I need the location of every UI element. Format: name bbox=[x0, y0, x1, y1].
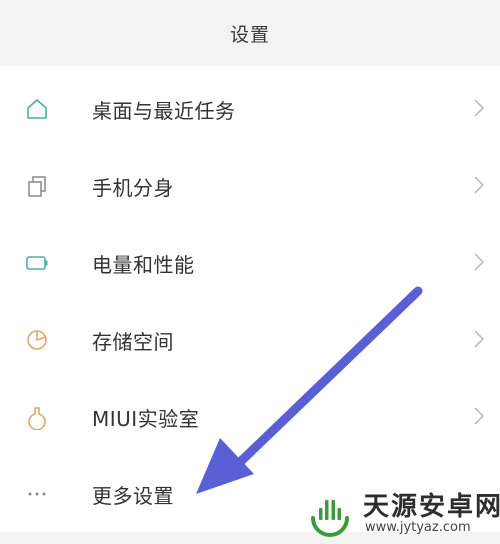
pie-chart-icon bbox=[27, 330, 47, 350]
more-dots-icon bbox=[28, 492, 46, 496]
watermark: 天源安卓网 www.jytyaz.com bbox=[303, 484, 500, 542]
settings-item-desktop-recents[interactable]: 桌面与最近任务 bbox=[0, 70, 500, 146]
chevron-right-icon bbox=[474, 176, 485, 194]
settings-item-label: 更多设置 bbox=[92, 484, 174, 508]
chevron-right-icon bbox=[474, 253, 485, 271]
copy-icon bbox=[28, 176, 46, 197]
page-title: 设置 bbox=[229, 23, 270, 46]
settings-item-label: 手机分身 bbox=[92, 176, 174, 200]
settings-item-miui-lab[interactable]: MIUI实验室 bbox=[0, 378, 500, 454]
settings-item-label: 存储空间 bbox=[92, 330, 174, 354]
battery-icon bbox=[26, 256, 48, 270]
settings-item-battery[interactable]: 电量和性能 bbox=[0, 224, 500, 300]
settings-item-dual-apps[interactable]: 手机分身 bbox=[0, 147, 500, 223]
settings-item-label: 桌面与最近任务 bbox=[92, 99, 236, 123]
flask-icon bbox=[28, 407, 46, 430]
title-bar: 设置 bbox=[0, 0, 500, 66]
settings-item-label: MIUI实验室 bbox=[92, 407, 200, 431]
settings-item-label: 电量和性能 bbox=[92, 253, 195, 277]
chevron-right-icon bbox=[474, 99, 485, 117]
watermark-title: 天源安卓网 bbox=[363, 492, 500, 522]
chevron-right-icon bbox=[474, 407, 485, 425]
watermark-logo-icon bbox=[309, 494, 351, 537]
chevron-right-icon bbox=[474, 330, 485, 348]
home-icon bbox=[27, 99, 47, 119]
watermark-url: www.jytyaz.com bbox=[365, 520, 471, 535]
settings-item-storage[interactable]: 存储空间 bbox=[0, 301, 500, 377]
